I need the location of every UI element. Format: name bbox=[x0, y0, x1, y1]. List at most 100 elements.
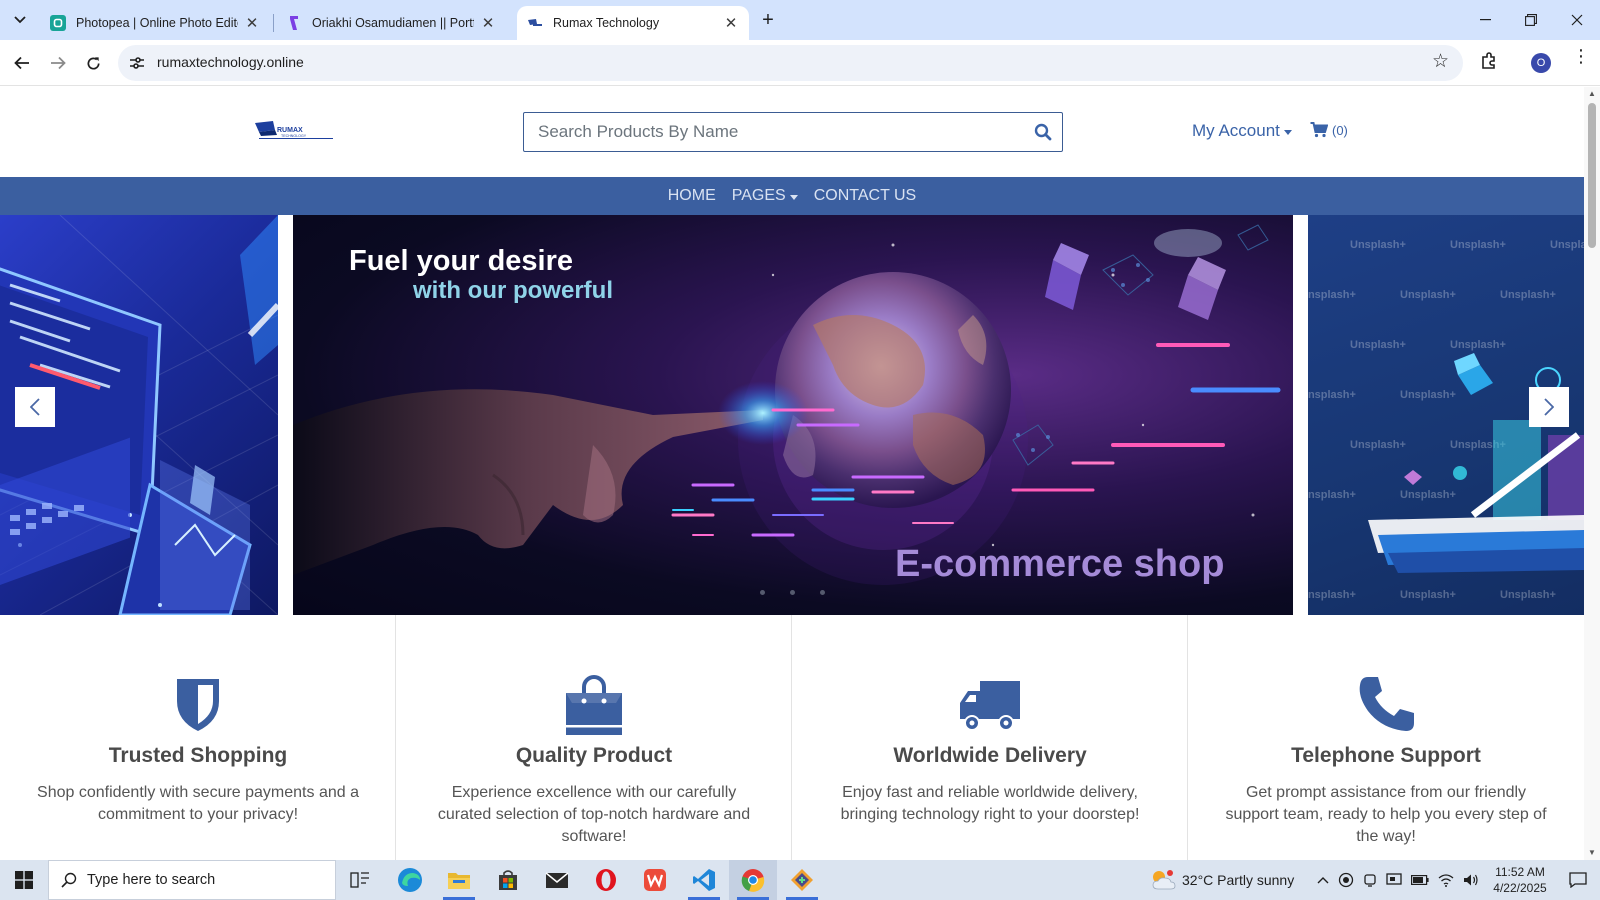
meet-now-icon[interactable] bbox=[1363, 872, 1377, 888]
feature-worldwide-delivery: Worldwide Delivery Enjoy fast and reliab… bbox=[792, 615, 1188, 860]
bookmark-star-icon[interactable]: ☆ bbox=[1432, 52, 1449, 72]
opera-icon bbox=[596, 869, 616, 891]
tab-portfolio[interactable]: Oriakhi Osamudiamen || Portfolio ✕ bbox=[276, 6, 506, 40]
clock-time: 11:52 AM bbox=[1495, 865, 1545, 879]
scroll-up-arrow-icon[interactable]: ▲ bbox=[1587, 89, 1597, 99]
notification-icon bbox=[1569, 872, 1587, 888]
taskbar-wps[interactable] bbox=[631, 860, 679, 900]
feature-trusted-shopping: Trusted Shopping Shop confidently with s… bbox=[0, 615, 396, 860]
windows-logo-icon bbox=[15, 871, 33, 889]
taskbar-file-explorer[interactable] bbox=[435, 860, 483, 900]
windows-taskbar: Type here to search 32°C Partly sunny 11… bbox=[0, 860, 1600, 900]
address-bar[interactable]: rumaxtechnology.online ☆ bbox=[118, 45, 1463, 81]
chevron-left-icon bbox=[30, 398, 40, 416]
page-viewport: RUMAX TECHNOLOGY My Account (0) HOME PAG… bbox=[0, 87, 1600, 860]
vscode-icon bbox=[693, 869, 715, 891]
portfolio-icon bbox=[286, 15, 302, 31]
tab-search-button[interactable] bbox=[8, 8, 32, 32]
new-tab-button[interactable]: + bbox=[756, 9, 780, 33]
task-view-button[interactable] bbox=[336, 860, 384, 900]
main-navbar: HOME PAGES CONTACT US bbox=[0, 177, 1584, 215]
taskbar-git[interactable] bbox=[778, 860, 826, 900]
restore-icon bbox=[1525, 14, 1537, 26]
my-account-dropdown[interactable]: My Account bbox=[1192, 121, 1292, 141]
page-scrollbar[interactable]: ▲ ▼ bbox=[1584, 87, 1600, 860]
extensions-icon[interactable] bbox=[1479, 51, 1499, 71]
back-button[interactable] bbox=[8, 49, 36, 77]
scrollbar-thumb[interactable] bbox=[1588, 103, 1596, 248]
scroll-down-arrow-icon[interactable]: ▼ bbox=[1587, 848, 1597, 858]
system-tray bbox=[1317, 860, 1479, 900]
record-icon[interactable] bbox=[1338, 872, 1354, 888]
carousel-dot[interactable] bbox=[760, 590, 765, 595]
arrow-left-icon bbox=[14, 56, 29, 70]
profile-avatar[interactable]: O bbox=[1531, 53, 1551, 73]
folder-icon bbox=[448, 873, 470, 889]
tab-title: Rumax Technology bbox=[553, 16, 660, 30]
nav-pages-dropdown[interactable]: PAGES bbox=[724, 187, 806, 205]
browser-tab-strip: Photopea | Online Photo Editor ✕ Oriakhi… bbox=[0, 0, 1600, 40]
taskbar-store[interactable] bbox=[484, 860, 532, 900]
close-tab-icon[interactable]: ✕ bbox=[723, 14, 739, 32]
carousel-next-button[interactable] bbox=[1529, 387, 1569, 427]
weather-widget[interactable]: 32°C Partly sunny bbox=[1150, 860, 1294, 900]
chrome-icon bbox=[741, 869, 765, 892]
close-tab-icon[interactable]: ✕ bbox=[244, 14, 260, 32]
carousel-slide-active: Fuel your desire with our powerful E-com… bbox=[293, 215, 1293, 615]
forward-button[interactable] bbox=[44, 49, 72, 77]
carousel-dot[interactable] bbox=[820, 590, 825, 595]
carousel-dot[interactable] bbox=[790, 590, 795, 595]
browser-toolbar: rumaxtechnology.online ☆ O ⋮ bbox=[0, 40, 1600, 86]
search-input[interactable] bbox=[538, 113, 1018, 151]
cart-icon bbox=[1310, 122, 1328, 138]
taskbar-search[interactable]: Type here to search bbox=[48, 860, 336, 900]
start-button[interactable] bbox=[0, 860, 48, 900]
feature-text: Get prompt assistance from our friendly … bbox=[1225, 784, 1547, 845]
restore-button[interactable] bbox=[1508, 0, 1554, 40]
weather-text: 32°C Partly sunny bbox=[1182, 872, 1295, 888]
product-search bbox=[523, 112, 1063, 152]
taskbar-chrome[interactable] bbox=[729, 860, 777, 900]
mail-icon bbox=[545, 872, 569, 888]
display-icon[interactable] bbox=[1386, 873, 1402, 887]
search-icon[interactable] bbox=[1034, 123, 1052, 141]
feature-quality-product: Quality Product Experience excellence wi… bbox=[396, 615, 792, 860]
hero-subheadline: with our powerful bbox=[413, 277, 613, 304]
menu-kebab-icon[interactable]: ⋮ bbox=[1572, 47, 1590, 65]
site-settings-icon[interactable] bbox=[128, 54, 146, 72]
nav-contact[interactable]: CONTACT US bbox=[806, 187, 925, 205]
reload-button[interactable] bbox=[79, 49, 107, 77]
caret-down-icon bbox=[1283, 129, 1292, 135]
tab-rumax[interactable]: Rumax Technology ✕ bbox=[517, 6, 749, 40]
chevron-up-icon[interactable] bbox=[1317, 876, 1329, 884]
store-icon bbox=[499, 870, 517, 890]
tab-separator bbox=[273, 14, 274, 32]
feature-title: Trusted Shopping bbox=[108, 744, 288, 767]
shield-icon bbox=[177, 679, 219, 731]
carousel-prev-button[interactable] bbox=[15, 387, 55, 427]
wifi-icon[interactable] bbox=[1438, 873, 1454, 887]
feature-text: Experience excellence with our carefully… bbox=[437, 784, 751, 845]
photopea-icon bbox=[50, 15, 66, 31]
search-icon bbox=[61, 872, 77, 888]
edge-icon bbox=[398, 868, 422, 892]
close-window-button[interactable] bbox=[1554, 0, 1600, 40]
reload-icon bbox=[87, 56, 100, 69]
close-tab-icon[interactable]: ✕ bbox=[480, 14, 496, 32]
notifications-button[interactable] bbox=[1556, 860, 1600, 900]
tab-photopea[interactable]: Photopea | Online Photo Editor ✕ bbox=[40, 6, 270, 40]
taskbar-opera[interactable] bbox=[582, 860, 630, 900]
taskbar-search-placeholder: Type here to search bbox=[87, 872, 216, 888]
taskbar-vscode[interactable] bbox=[680, 860, 728, 900]
feature-text: Enjoy fast and reliable worldwide delive… bbox=[840, 784, 1140, 823]
minimize-button[interactable] bbox=[1462, 0, 1508, 40]
taskbar-clock[interactable]: 11:52 AM 4/22/2025 bbox=[1484, 864, 1556, 896]
taskbar-edge[interactable] bbox=[386, 860, 434, 900]
battery-icon[interactable] bbox=[1411, 875, 1429, 885]
nav-home[interactable]: HOME bbox=[660, 187, 724, 205]
volume-icon[interactable] bbox=[1463, 873, 1479, 887]
taskbar-mail[interactable] bbox=[533, 860, 581, 900]
rumax-logo[interactable]: RUMAX TECHNOLOGY bbox=[253, 120, 335, 140]
cart-button[interactable]: (0) bbox=[1310, 122, 1348, 138]
truck-icon bbox=[960, 681, 1020, 731]
